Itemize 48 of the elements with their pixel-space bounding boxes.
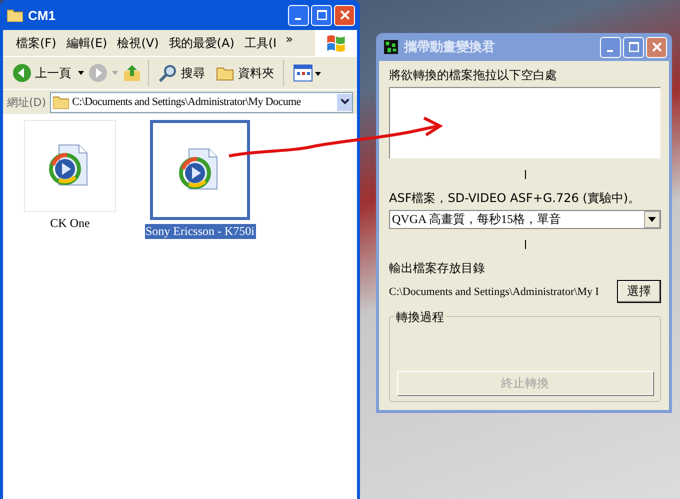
file-name[interactable]: Sony Ericsson - K750i bbox=[144, 224, 256, 239]
window-title: CM1 bbox=[28, 8, 56, 22]
file-thumbnail[interactable] bbox=[150, 120, 250, 220]
caret-icon bbox=[648, 217, 656, 222]
menu-item[interactable]: 我的最愛(A) bbox=[164, 34, 240, 52]
menu-overflow-chevron[interactable]: » bbox=[282, 32, 297, 46]
menu-item[interactable]: 工具(I bbox=[239, 34, 282, 52]
drop-area[interactable] bbox=[389, 87, 661, 159]
search-button[interactable]: 搜尋 bbox=[155, 63, 208, 83]
app-icon bbox=[383, 40, 399, 54]
format-label: ASF檔案，SD-VIDEO ASF+G.726 (實驗中)。 bbox=[389, 190, 642, 207]
chevron-down-icon bbox=[340, 99, 348, 105]
folder-icon bbox=[7, 8, 23, 22]
views-icon bbox=[293, 64, 323, 82]
up-folder-icon[interactable] bbox=[122, 63, 142, 83]
dropdown-arrow-icon[interactable] bbox=[78, 71, 84, 75]
minimize-icon bbox=[606, 50, 612, 52]
close-button[interactable] bbox=[646, 36, 667, 58]
minimize-button[interactable] bbox=[600, 36, 621, 58]
close-icon bbox=[652, 42, 662, 52]
window-title: 攜帶動畫變換君 bbox=[404, 38, 496, 56]
menu-item[interactable]: 檢視(V) bbox=[112, 34, 164, 52]
close-icon bbox=[340, 10, 350, 20]
maximize-button[interactable] bbox=[623, 36, 644, 58]
address-dropdown-button[interactable] bbox=[337, 94, 352, 110]
preset-dropdown[interactable]: QVGA 高畫質，每秒15格，單音 bbox=[389, 210, 661, 229]
maximize-icon bbox=[316, 10, 326, 20]
choose-button[interactable]: 選擇 bbox=[617, 280, 661, 303]
maximize-icon bbox=[628, 42, 638, 52]
drop-label: 將欲轉換的檔案拖拉以下空白處 bbox=[389, 67, 558, 84]
maximize-button[interactable] bbox=[311, 4, 332, 26]
menu-item[interactable]: 編輯(E) bbox=[61, 34, 112, 52]
group-title: 轉換過程 bbox=[394, 309, 446, 326]
folders-button[interactable]: 資料夾 bbox=[212, 63, 277, 83]
address-field[interactable]: C:\Documents and Settings\Administrator\My Docume bbox=[50, 92, 353, 112]
output-label: 輸出檔案存放目錄 bbox=[389, 260, 486, 277]
menu-item[interactable]: 檔案(F) bbox=[11, 34, 62, 52]
close-button[interactable] bbox=[334, 4, 355, 26]
back-button[interactable]: 上一頁 bbox=[9, 63, 74, 83]
search-icon bbox=[158, 63, 178, 83]
windows-logo-icon bbox=[325, 33, 347, 53]
dropdown-button[interactable] bbox=[644, 211, 660, 228]
file-name[interactable]: CK One bbox=[49, 216, 91, 231]
minimize-icon bbox=[294, 18, 300, 20]
minimize-button[interactable] bbox=[288, 4, 309, 26]
address-label: 網址(D) bbox=[7, 94, 46, 110]
output-path: C:\Documents and Settings\Administrator\My I bbox=[389, 286, 600, 298]
folder-icon bbox=[53, 95, 70, 109]
